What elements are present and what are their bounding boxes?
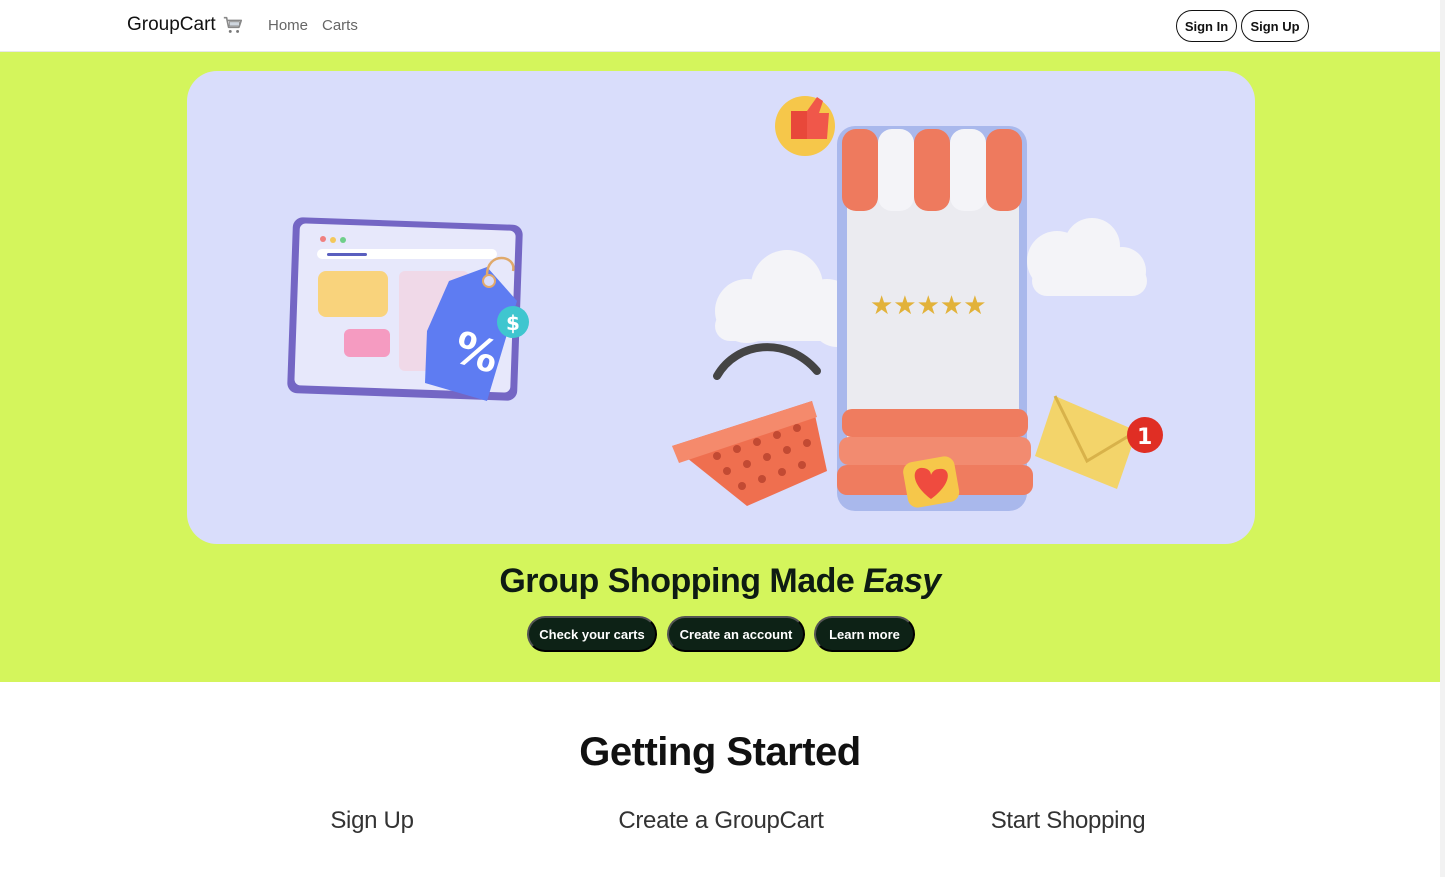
step-sign-up: Sign Up [330, 807, 414, 834]
learn-more-button[interactable]: Learn more [814, 616, 915, 652]
awning-illustration [842, 129, 1022, 211]
brand-name: GroupCart [127, 14, 216, 35]
hero-cta-group: Check your carts Create an account Learn… [0, 616, 1440, 652]
top-navbar: GroupCart Home Carts Sign In Sign Up [0, 0, 1440, 52]
cloud-right-illustration [1027, 218, 1147, 296]
svg-text:★★★★★: ★★★★★ [870, 291, 987, 321]
nav-link-home[interactable]: Home [268, 17, 308, 34]
notification-count: 1 [1137, 425, 1152, 450]
step-create-groupcart: Create a GroupCart [618, 807, 824, 834]
rating-stars-illustration: ★★★★★ [870, 291, 987, 321]
scrollbar-track[interactable] [1440, 0, 1445, 877]
check-carts-button[interactable]: Check your carts [527, 616, 657, 652]
heart-bubble-icon [903, 456, 960, 508]
phone-shop-illustration: ★★★★★ [837, 126, 1033, 511]
sign-in-button[interactable]: Sign In [1176, 10, 1237, 42]
shopping-basket-illustration [672, 343, 827, 506]
hero-title-main: Group Shopping Made [499, 562, 864, 600]
sign-up-button[interactable]: Sign Up [1241, 10, 1309, 42]
svg-text:$: $ [506, 311, 520, 335]
getting-started-title: Getting Started [579, 730, 861, 774]
hero-illustration-card: % $ ★★★★★ 1 [187, 71, 1255, 544]
brand-link[interactable]: GroupCart [127, 14, 244, 36]
hero-title: Group Shopping Made Easy [0, 562, 1440, 601]
shopping-cart-icon [223, 16, 242, 33]
nav-link-carts[interactable]: Carts [322, 17, 358, 34]
shopping-illustration: % $ ★★★★★ 1 [287, 96, 1163, 511]
hero-title-emphasis: Easy [863, 562, 941, 600]
step-start-shopping: Start Shopping [990, 807, 1146, 834]
hero-section: % $ ★★★★★ 1 Group Shopping Made Easy Che… [0, 52, 1440, 682]
thumbs-up-bubble-icon [775, 96, 835, 156]
envelope-notification-icon: 1 [1035, 395, 1163, 489]
create-account-button[interactable]: Create an account [667, 616, 805, 652]
